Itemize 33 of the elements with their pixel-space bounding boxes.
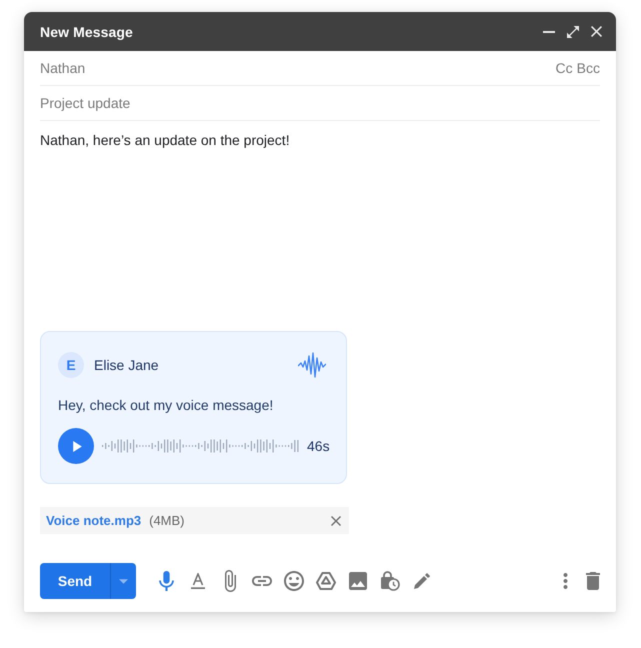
- attachment-size: (4MB): [149, 513, 186, 528]
- play-button[interactable]: [58, 428, 94, 464]
- more-options-icon[interactable]: [562, 573, 568, 589]
- image-icon[interactable]: [349, 572, 367, 590]
- expand-icon[interactable]: [567, 26, 580, 38]
- voice-message-text: Hey, check out my voice message!: [58, 397, 274, 413]
- close-icon[interactable]: [331, 516, 341, 526]
- bcc-link[interactable]: Bcc: [576, 60, 600, 76]
- link-icon[interactable]: [252, 576, 272, 586]
- sender-name: Elise Jane: [94, 357, 160, 373]
- duration-text: 46s: [307, 438, 330, 454]
- lock-clock-icon[interactable]: [380, 571, 400, 591]
- caret-icon: [119, 578, 128, 584]
- triangle-icon[interactable]: [316, 572, 336, 590]
- avatar: E: [58, 352, 84, 378]
- window-title: New Message: [40, 24, 134, 40]
- text-format-icon[interactable]: [191, 573, 205, 589]
- minimize-icon[interactable]: [543, 30, 556, 32]
- message-body-field[interactable]: Nathan, here’s an update on the project!: [40, 131, 290, 149]
- close-icon[interactable]: [591, 26, 602, 37]
- mic-icon[interactable]: [158, 571, 174, 591]
- sound-wave-icon: [298, 352, 326, 378]
- recipient-field[interactable]: Nathan: [40, 60, 86, 76]
- trash-icon[interactable]: [586, 572, 600, 590]
- send-button[interactable]: Send: [40, 563, 110, 599]
- subject-field[interactable]: Project update: [40, 95, 130, 111]
- send-options-button[interactable]: [110, 563, 136, 599]
- pen-icon[interactable]: [413, 572, 431, 590]
- emoji-icon[interactable]: [284, 571, 304, 591]
- attachment-link[interactable]: Voice note.mp3: [46, 513, 142, 528]
- cc-link[interactable]: Cc: [556, 60, 573, 76]
- paperclip-icon[interactable]: [224, 570, 236, 592]
- play-icon: [72, 440, 82, 452]
